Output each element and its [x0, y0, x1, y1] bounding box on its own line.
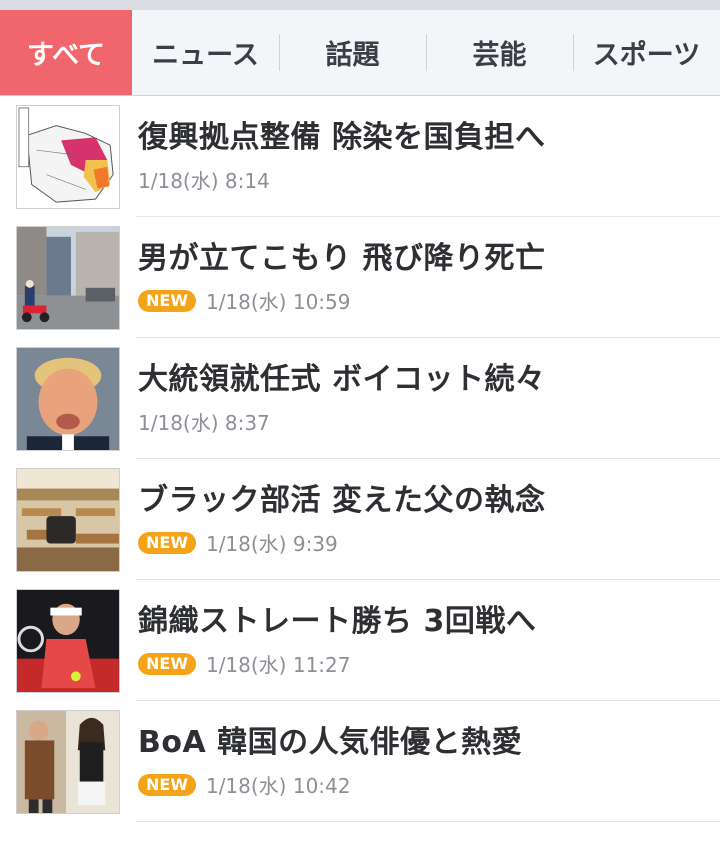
- article-title[interactable]: 錦織ストレート勝ち 3回戦へ: [138, 603, 720, 641]
- article-title[interactable]: 大統領就任式 ボイコット続々: [138, 361, 720, 399]
- new-badge: NEW: [138, 773, 196, 796]
- article-title[interactable]: 復興拠点整備 除染を国負担へ: [138, 119, 720, 157]
- article-item[interactable]: 男が立てこもり 飛び降り死亡 NEW 1/18(水) 10:59: [0, 217, 720, 338]
- tab-topics[interactable]: 話題: [279, 10, 426, 95]
- tab-news[interactable]: ニュース: [132, 10, 279, 95]
- tab-sports[interactable]: スポーツ: [573, 10, 720, 95]
- article-date: 1/18(水) 10:42: [205, 774, 351, 798]
- article-title[interactable]: BoA 韓国の人気俳優と熱愛: [138, 724, 720, 762]
- article-item[interactable]: ブラック部活 変えた父の執念 NEW 1/18(水) 9:39: [0, 459, 720, 580]
- article-item[interactable]: 復興拠点整備 除染を国負担へ 1/18(水) 8:14: [0, 96, 720, 217]
- tennis-thumbnail: [16, 588, 120, 693]
- article-list: 復興拠点整備 除染を国負担へ 1/18(水) 8:14 男が立てこもり 飛び降り…: [0, 96, 720, 822]
- top-bar: [0, 0, 720, 10]
- map-thumbnail: [16, 104, 120, 209]
- classroom-thumbnail: [16, 467, 120, 572]
- article-item[interactable]: BoA 韓国の人気俳優と熱愛 NEW 1/18(水) 10:42: [0, 701, 720, 822]
- new-badge: NEW: [138, 531, 196, 554]
- article-title[interactable]: ブラック部活 変えた父の執念: [138, 482, 720, 520]
- article-title[interactable]: 男が立てこもり 飛び降り死亡: [138, 240, 720, 278]
- category-tabs: すべて ニュース 話題 芸能 スポーツ: [0, 10, 720, 96]
- portrait-thumbnail: [16, 346, 120, 451]
- article-date: 1/18(水) 11:27: [205, 653, 351, 677]
- article-date: 1/18(水) 8:37: [138, 411, 270, 435]
- article-date: 1/18(水) 10:59: [205, 290, 351, 314]
- article-item[interactable]: 大統領就任式 ボイコット続々 1/18(水) 8:37: [0, 338, 720, 459]
- article-item[interactable]: 錦織ストレート勝ち 3回戦へ NEW 1/18(水) 11:27: [0, 580, 720, 701]
- street-police-thumbnail: [16, 225, 120, 330]
- tab-entertainment[interactable]: 芸能: [426, 10, 573, 95]
- celebrities-thumbnail: [16, 709, 120, 814]
- article-date: 1/18(水) 8:14: [138, 169, 270, 193]
- new-badge: NEW: [138, 289, 196, 312]
- new-badge: NEW: [138, 652, 196, 675]
- article-date: 1/18(水) 9:39: [205, 532, 338, 556]
- tab-all[interactable]: すべて: [0, 10, 132, 95]
